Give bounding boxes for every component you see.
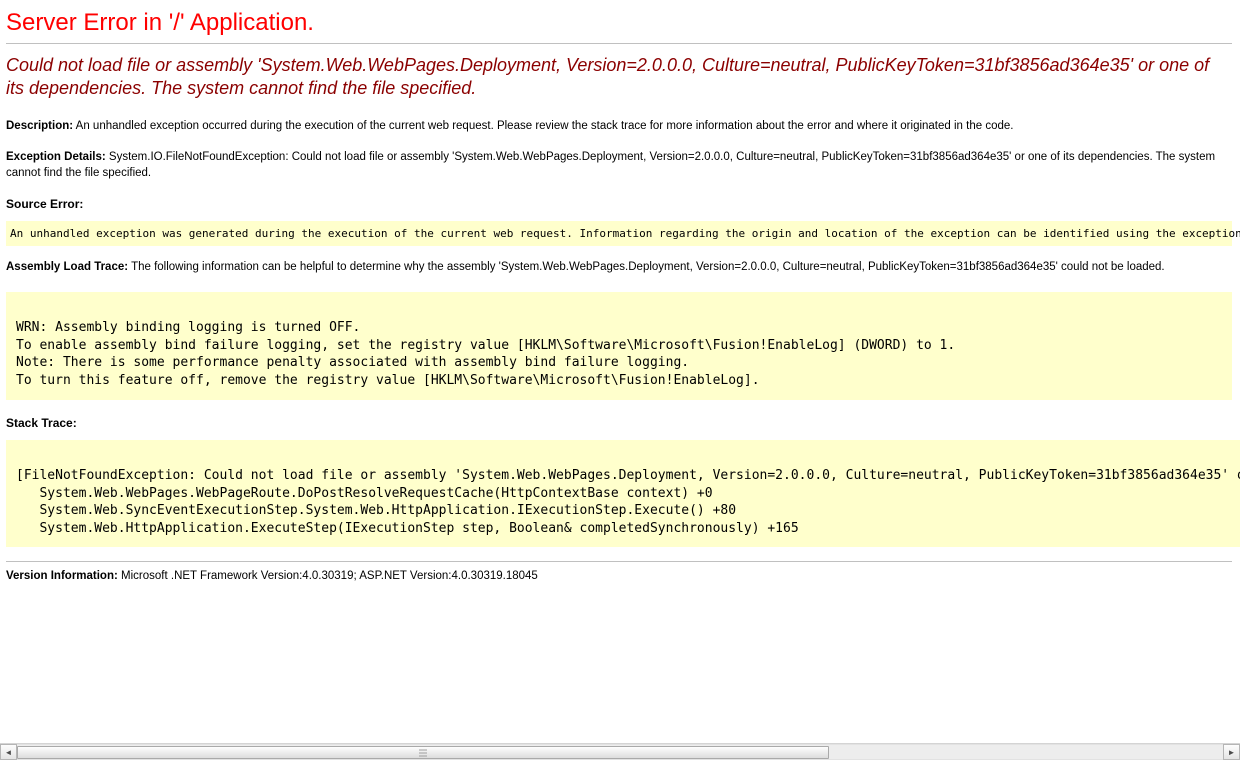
version-info: Version Information: Microsoft .NET Fram… [6, 570, 1232, 582]
horizontal-scrollbar[interactable]: ◄ ► [0, 743, 1240, 760]
assembly-load-trace-label: Assembly Load Trace: [6, 261, 128, 273]
exception-details-label: Exception Details: [6, 151, 106, 163]
assembly-load-trace-text: The following information can be helpful… [131, 261, 1165, 273]
source-error-label: Source Error: [6, 197, 1240, 211]
error-subtitle: Could not load file or assembly 'System.… [6, 54, 1232, 101]
scroll-right-button[interactable]: ► [1223, 744, 1240, 760]
chevron-right-icon: ► [1228, 748, 1236, 757]
version-text: Microsoft .NET Framework Version:4.0.303… [121, 570, 538, 582]
description-label: Description: [6, 120, 73, 132]
page-inner: Server Error in '/' Application. Could n… [6, 9, 1240, 582]
exception-details-section: Exception Details: System.IO.FileNotFoun… [6, 150, 1232, 181]
scrollbar-thumb[interactable] [17, 746, 829, 759]
assembly-load-trace-section: Assembly Load Trace: The following infor… [6, 260, 1232, 276]
chevron-left-icon: ◄ [5, 748, 13, 757]
version-label: Version Information: [6, 570, 118, 582]
scroll-left-button[interactable]: ◄ [0, 744, 17, 760]
stack-trace-label: Stack Trace: [6, 416, 1240, 430]
description-section: Description: An unhandled exception occu… [6, 119, 1232, 135]
assembly-load-box: WRN: Assembly binding logging is turned … [6, 292, 1232, 400]
stack-trace-box: [FileNotFoundException: Could not load f… [6, 440, 1240, 548]
exception-details-text: System.IO.FileNotFoundException: Could n… [6, 151, 1215, 179]
source-error-box: An unhandled exception was generated dur… [6, 221, 1232, 246]
description-text: An unhandled exception occurred during t… [76, 120, 1014, 132]
page-content: Server Error in '/' Application. Could n… [0, 0, 1240, 743]
scrollbar-track[interactable] [17, 744, 1223, 760]
title-divider [6, 43, 1232, 44]
bottom-divider [6, 561, 1232, 562]
page-title: Server Error in '/' Application. [6, 9, 1240, 37]
